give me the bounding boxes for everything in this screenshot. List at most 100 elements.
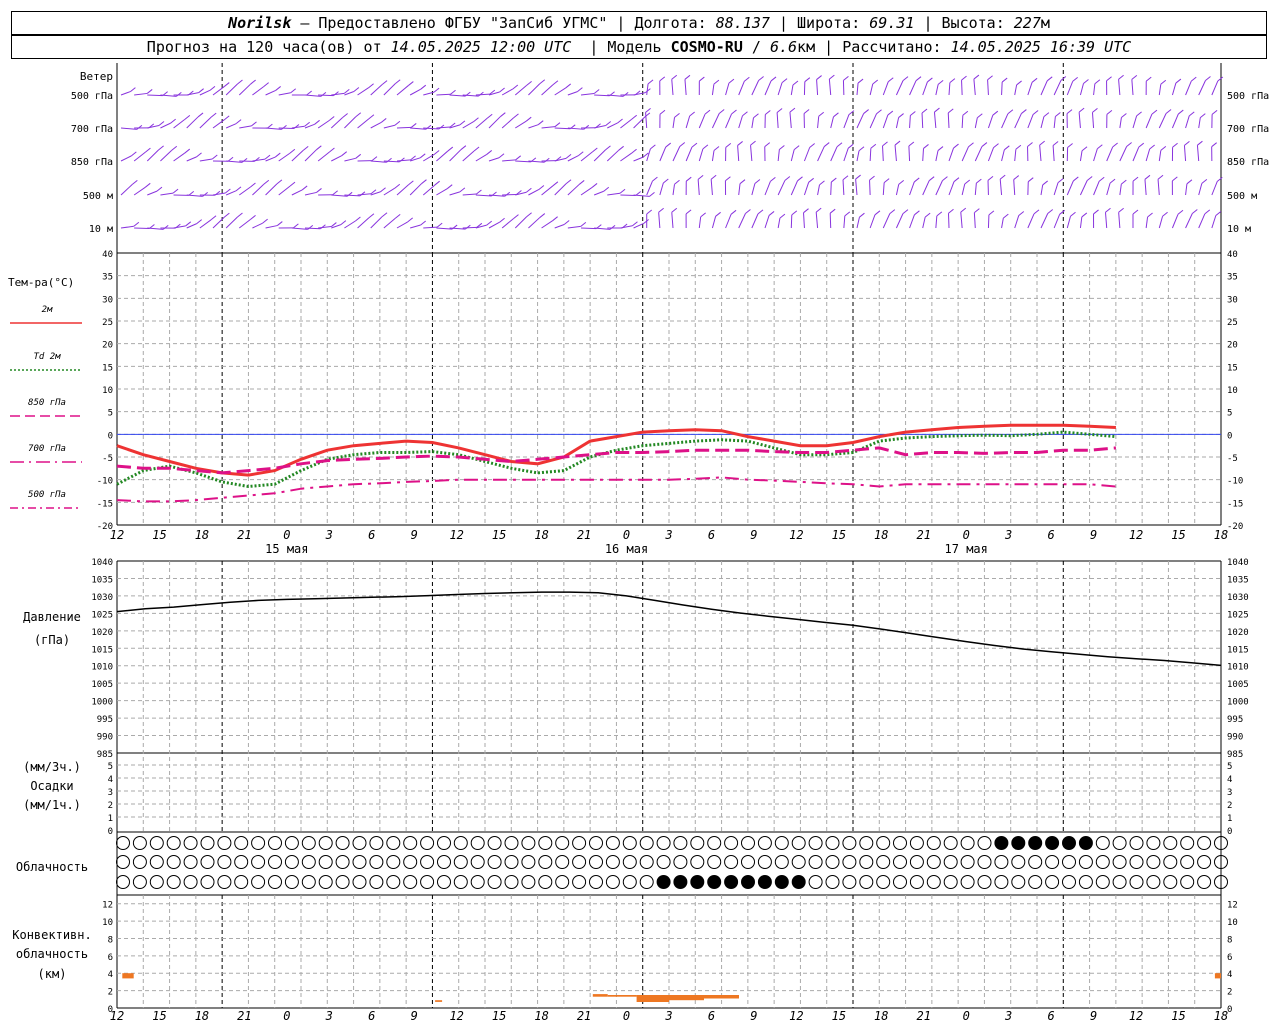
- wind-barb-flag: [960, 207, 967, 213]
- wind-barb-flag: [803, 109, 810, 114]
- wind-barb: [659, 182, 664, 196]
- cloud-cover-symbol: [504, 875, 519, 889]
- wind-barb-flag: [981, 142, 988, 147]
- wind-barb-flag: [460, 145, 467, 151]
- wind-barb-flag: [1188, 111, 1195, 117]
- cloud-cover-symbol: [960, 836, 975, 850]
- wind-barb-flag: [833, 112, 839, 118]
- prec-panel-title: Осадки: [30, 779, 73, 793]
- cloud-cover-symbol: [352, 836, 367, 850]
- convective-cloud-bar: [435, 1000, 443, 1002]
- time-tick-bottom: 0: [283, 1009, 290, 1023]
- cloud-cover-symbol: [200, 875, 215, 889]
- wind-barb: [738, 115, 743, 129]
- time-tick-top: 0: [283, 528, 290, 542]
- cloud-cover-symbol: [386, 875, 401, 889]
- wind-barb-flag: [764, 110, 771, 115]
- wind-barb: [1053, 80, 1062, 96]
- pres-panel-title: Давление: [23, 610, 81, 624]
- wind-barb-flag: [872, 79, 879, 85]
- wind-barb: [593, 190, 604, 196]
- wind-barb-flag: [380, 187, 386, 193]
- wind-barb-flag: [830, 177, 837, 183]
- wind-barb-flag: [136, 124, 143, 130]
- wind-barb: [803, 212, 805, 229]
- wind-barb-flag: [1201, 178, 1208, 184]
- wind-barb-flag: [162, 224, 169, 230]
- pres-y-tick-left: 1015: [91, 645, 113, 655]
- wind-panel-title: Ветер: [80, 70, 113, 83]
- wind-barb: [789, 112, 792, 129]
- wind-barb-flag: [700, 212, 706, 218]
- wind-barb-flag: [1072, 77, 1078, 82]
- temp-y-tick-right: -20: [1227, 522, 1243, 532]
- wind-level-label-left: 500 м: [83, 191, 113, 202]
- time-tick-bottom: 12: [1129, 1009, 1143, 1023]
- cloud-cover-symbol: [622, 836, 637, 850]
- wind-barb-flag: [665, 142, 672, 148]
- wind-barb: [199, 158, 213, 162]
- wind-barb: [488, 116, 501, 129]
- wind-barb: [199, 219, 212, 229]
- cloud-cover-symbol: [1146, 836, 1161, 850]
- wind-barb-flag: [328, 116, 335, 121]
- wind-barb: [436, 188, 448, 196]
- wind-barb: [961, 115, 964, 129]
- time-tick-top: 15: [492, 528, 506, 542]
- wind-barb: [383, 187, 396, 196]
- cloud-cover-symbol: [1112, 836, 1127, 850]
- wind-barb: [147, 190, 158, 196]
- wind-barb: [396, 184, 409, 196]
- cloud-cover-symbol: [656, 875, 671, 889]
- wind-barb-flag: [1149, 144, 1155, 150]
- wind-barb-flag: [689, 111, 695, 117]
- wind-barb: [1014, 149, 1017, 162]
- time-tick-top: 15: [152, 528, 166, 542]
- temp-legend-label: 2м: [42, 305, 53, 315]
- wind-barb: [1211, 215, 1217, 229]
- wind-barb-flag: [1027, 177, 1034, 183]
- wind-barb-flag: [1097, 144, 1103, 150]
- wind-barb: [1053, 116, 1056, 129]
- wind-barb-flag: [988, 210, 995, 216]
- wind-barb: [633, 194, 650, 197]
- wind-barb-flag: [764, 142, 771, 148]
- precipitation-panel: 5 5 4 4 3 3 2 2 1 1 0 0 (мм/3ч.) Осадки (мм/1ч.): [23, 760, 1232, 837]
- wind-barb-flag: [887, 110, 894, 116]
- wind-barb: [1040, 184, 1044, 196]
- wind-barb-flag: [937, 146, 944, 151]
- pres-y-tick-left: 1020: [91, 628, 113, 638]
- pres-y-tick-right: 995: [1227, 715, 1243, 725]
- wind-barb: [711, 150, 715, 162]
- wind-barb: [594, 124, 606, 129]
- wind-barb-flag: [359, 191, 366, 197]
- wind-barb-flag: [857, 78, 864, 84]
- wind-barb-flag: [408, 81, 414, 86]
- cloud-cover-symbol: [909, 855, 924, 869]
- wind-barb-flag: [447, 146, 454, 152]
- time-tick-top: 3: [1004, 528, 1012, 542]
- wind-barb: [817, 116, 820, 129]
- wind-barb: [225, 216, 238, 229]
- wind-barb: [671, 212, 674, 229]
- wind-barb-flag: [659, 76, 666, 82]
- cloud-cover-symbol: [808, 836, 823, 850]
- wind-barb-flag: [776, 108, 783, 113]
- time-tick-bottom: 3: [664, 1009, 672, 1023]
- wind-barb-flag: [758, 76, 764, 81]
- temp-y-tick-left: -5: [102, 454, 113, 464]
- wind-barb: [817, 184, 820, 196]
- temp-y-tick-right: -15: [1227, 499, 1243, 509]
- wind-barb-flag: [513, 214, 519, 220]
- wind-barb-flag: [500, 112, 506, 118]
- wind-barb: [1171, 82, 1177, 96]
- cloud-cover-symbol: [284, 855, 299, 869]
- wind-barb-flag: [275, 86, 281, 91]
- pres-y-tick-right: 1010: [1227, 663, 1249, 673]
- cloud-cover-symbol: [268, 836, 282, 850]
- wind-barb-flag: [1157, 174, 1164, 180]
- wind-barb-flag: [223, 115, 230, 121]
- wind-barb-flag: [552, 181, 559, 187]
- cloud-cover-symbol: [690, 836, 705, 850]
- wind-barb: [620, 118, 633, 129]
